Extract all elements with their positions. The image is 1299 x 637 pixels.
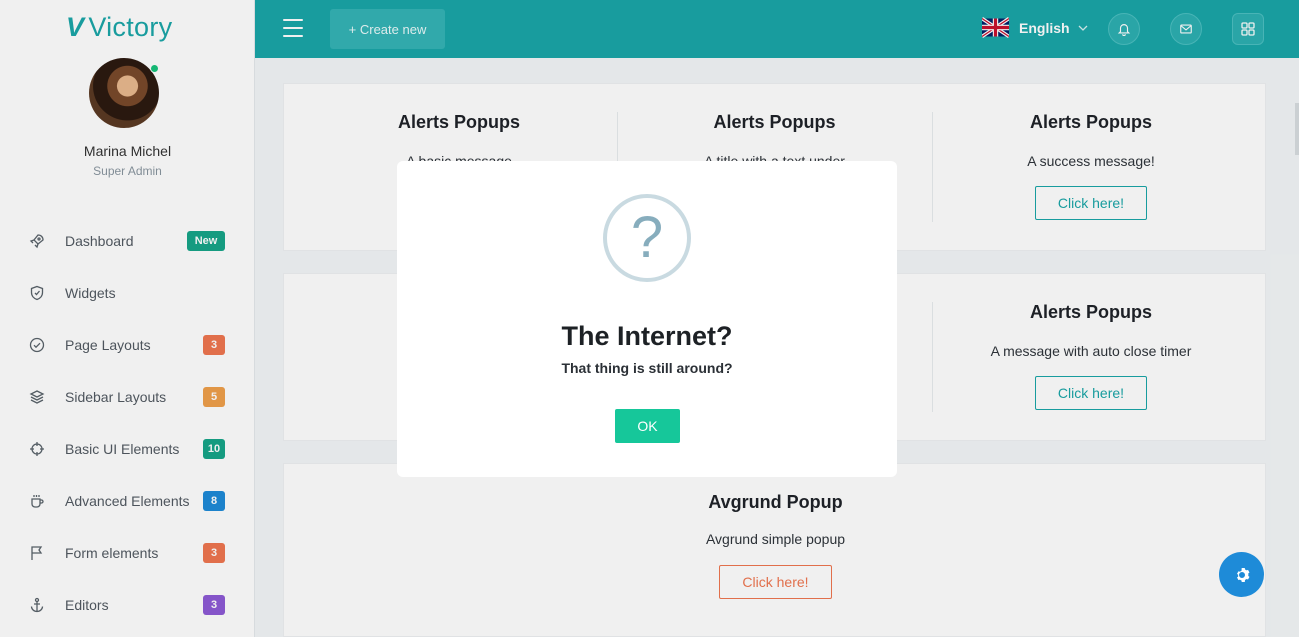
question-icon: ? [603,194,691,282]
gear-icon [1236,567,1249,582]
settings-fab-button[interactable] [1219,552,1264,597]
dialog-title: The Internet? [561,321,733,351]
ok-button[interactable]: OK [615,409,680,443]
alert-dialog: ? The Internet? That thing is still arou… [397,161,897,477]
dialog-text: That thing is still around? [561,360,733,376]
